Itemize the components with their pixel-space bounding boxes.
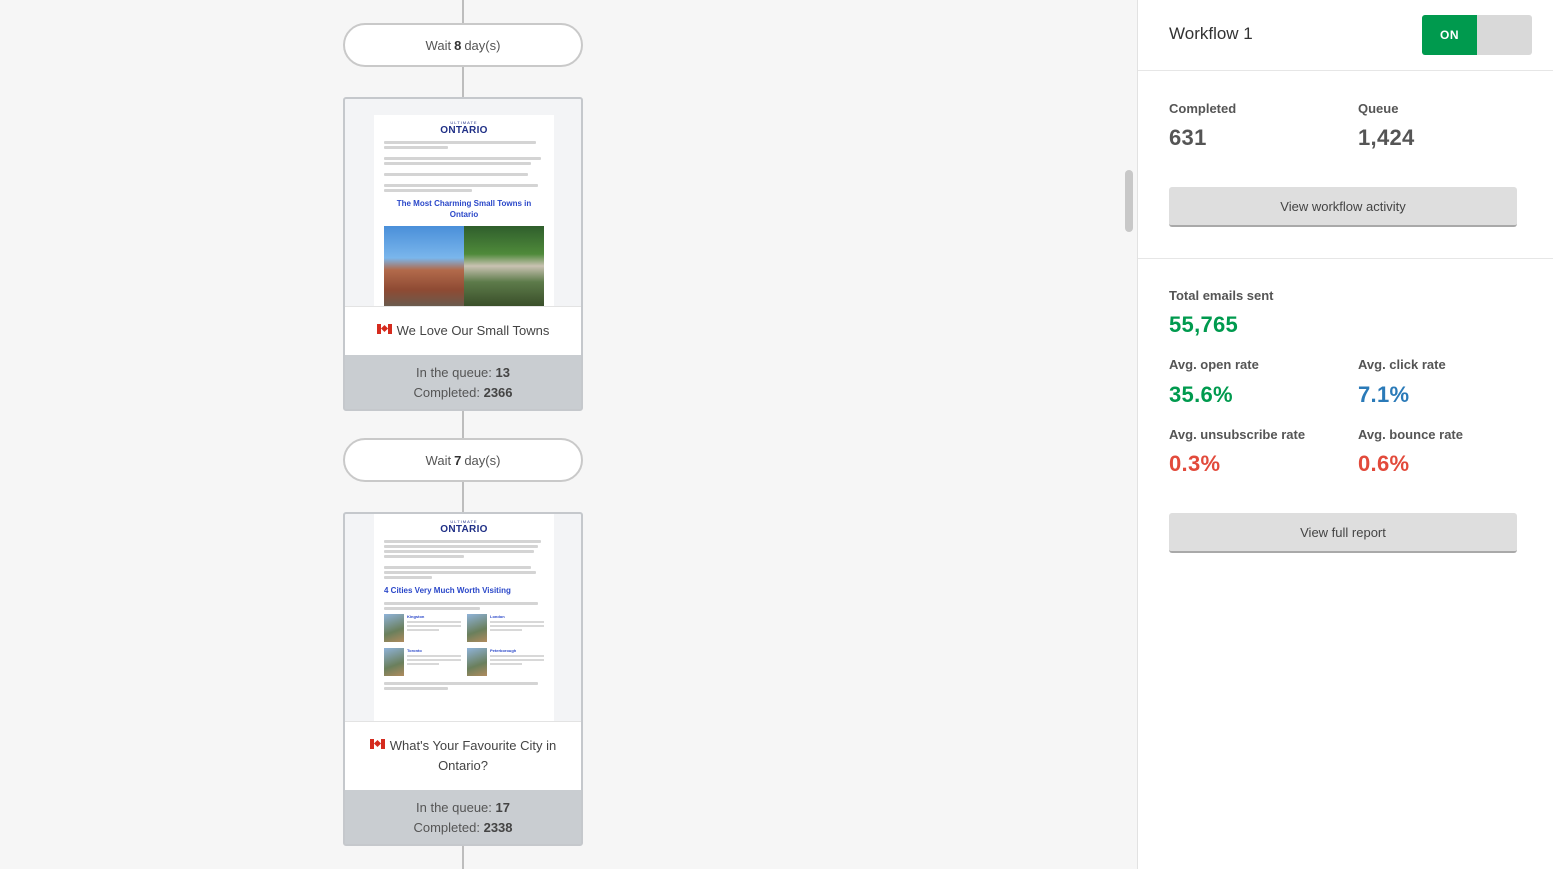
queue-label: In the queue: [416,800,492,815]
queue-label: Queue [1358,101,1399,116]
ultimate-ontario-logo: ULTIMATE ONTARIO [440,120,488,137]
completed-count: 2338 [483,820,513,835]
wait-suffix: day(s) [464,37,501,53]
workflow-progress-section: Completed 631 Queue 1,424 View workflow … [1138,71,1553,259]
completed-label: Completed [1169,101,1237,116]
wait-suffix: day(s) [464,452,501,468]
view-workflow-activity-button[interactable]: View workflow activity [1169,187,1517,227]
wait-prefix: Wait [425,37,452,53]
email-title-text: What's Your Favourite City in Ontario? [389,738,557,773]
connector-line [462,407,464,439]
workflow-sidebar: Workflow 1 ON Completed 631 Queue 1,424 … [1137,0,1553,869]
email-step-card[interactable]: ULTIMATE ONTARIO 4 Cities Very Much Wort… [343,512,583,846]
sidebar-header: Workflow 1 ON [1138,0,1553,71]
email-stats: In the queue: 17 Completed: 2338 [345,790,581,844]
click-rate-label: Avg. click rate [1358,357,1446,372]
preview-city-grid: Kingston London Toronto Peterborough [384,614,544,676]
wait-step[interactable]: Wait 8 day(s) [343,23,583,67]
unsubscribe-rate-value: 0.3% [1169,451,1221,476]
queue-count: 17 [495,800,510,815]
email-stats: In the queue: 13 Completed: 2366 [345,355,581,409]
canada-flag-icon [376,324,392,334]
email-preview[interactable]: ULTIMATE ONTARIO 4 Cities Very Much Wort… [345,514,581,722]
connector-line [462,481,464,513]
queue-value: 1,424 [1358,125,1415,150]
open-rate-label: Avg. open rate [1169,357,1259,372]
bounce-rate-value: 0.6% [1358,451,1410,476]
unsubscribe-rate-label: Avg. unsubscribe rate [1169,427,1306,442]
email-title: What's Your Favourite City in Ontario? [345,722,581,790]
preview-headline: 4 Cities Very Much Worth Visiting [384,586,511,595]
email-title: We Love Our Small Towns [345,307,581,355]
email-preview[interactable]: ULTIMATE ONTARIO The Most Charming Small… [345,99,581,307]
toggle-off-area[interactable] [1477,15,1532,55]
preview-photos [384,226,544,306]
email-preview-thumbnail: ULTIMATE ONTARIO The Most Charming Small… [374,115,554,306]
workflow-on-off-toggle[interactable]: ON [1422,15,1532,55]
open-rate-value: 35.6% [1169,382,1233,407]
completed-count: 2366 [483,385,513,400]
completed-value: 631 [1169,125,1207,150]
canada-flag-icon [369,739,385,749]
connector-line [462,842,464,869]
queue-label: In the queue: [416,365,492,380]
email-title-text: We Love Our Small Towns [396,323,550,338]
total-emails-sent-value: 55,765 [1169,312,1239,337]
ultimate-ontario-logo: ULTIMATE ONTARIO [440,519,488,536]
toggle-on-label: ON [1422,15,1477,55]
wait-days: 8 [454,37,462,53]
wait-step[interactable]: Wait 7 day(s) [343,438,583,482]
total-emails-sent-label: Total emails sent [1169,288,1274,303]
queue-count: 13 [495,365,510,380]
completed-label: Completed: [413,820,480,835]
connector-line [462,66,464,98]
workflow-canvas: Wait 8 day(s) ULTIMATE ONTARIO The Most … [0,0,1122,869]
email-step-card[interactable]: ULTIMATE ONTARIO The Most Charming Small… [343,97,583,411]
connector-line [462,0,464,24]
click-rate-value: 7.1% [1358,382,1410,407]
preview-headline: The Most Charming Small Towns in Ontario [396,199,532,219]
wait-prefix: Wait [425,452,452,468]
email-preview-thumbnail: ULTIMATE ONTARIO 4 Cities Very Much Wort… [374,514,554,721]
completed-label: Completed: [413,385,480,400]
bounce-rate-label: Avg. bounce rate [1358,427,1463,442]
scrollbar-thumb[interactable] [1125,170,1133,232]
workflow-name: Workflow 1 [1169,24,1253,43]
wait-days: 7 [454,452,462,468]
view-full-report-button[interactable]: View full report [1169,513,1517,553]
